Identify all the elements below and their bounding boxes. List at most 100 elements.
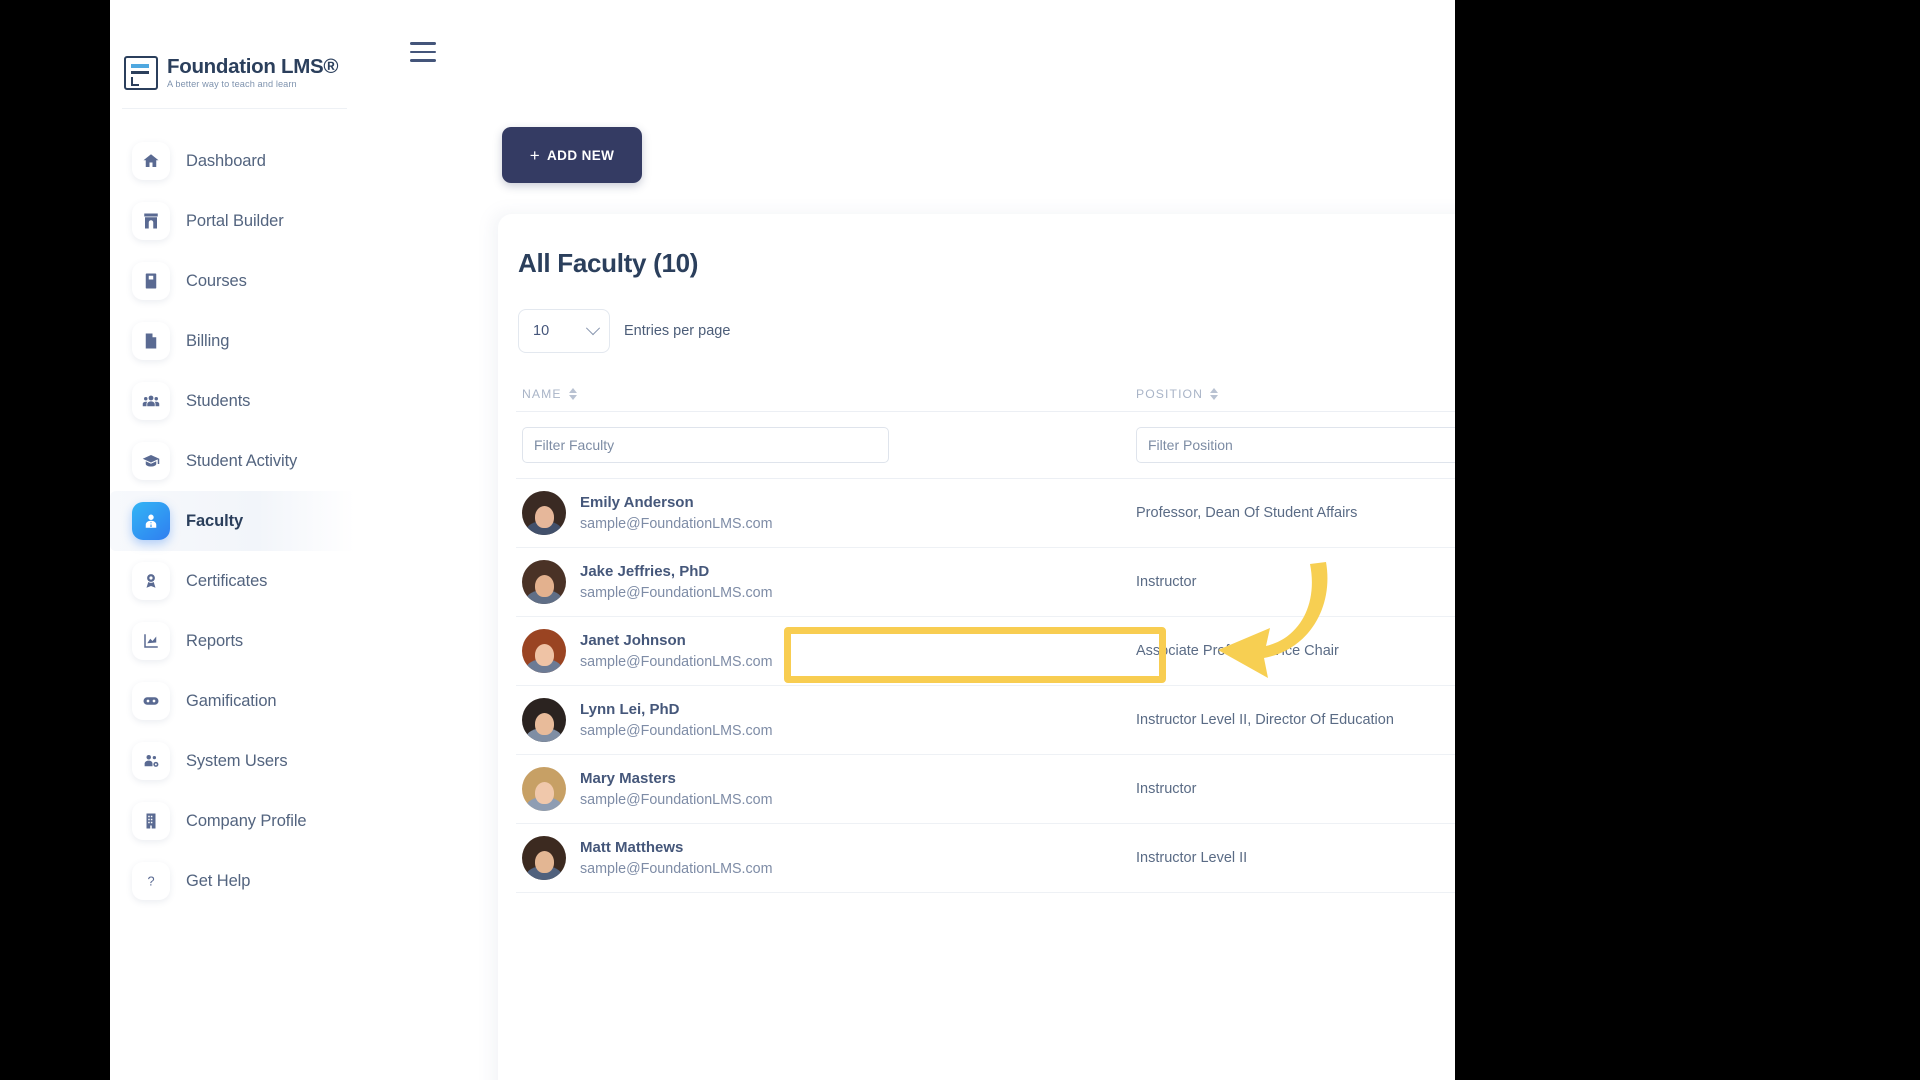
sidebar-item-courses[interactable]: Courses [110, 251, 355, 311]
sidebar-item-label: Certificates [186, 571, 268, 590]
brand-tagline: A better way to teach and learn [167, 79, 297, 90]
add-new-button[interactable]: + ADD NEW [502, 127, 642, 183]
users-icon [132, 382, 170, 420]
cell-name: Emily Anderson sample@FoundationLMS.com [516, 491, 1136, 535]
cell-position: Instructor [1136, 781, 1197, 797]
sidebar-item-student-activity[interactable]: Student Activity [110, 431, 355, 491]
chart-icon [132, 622, 170, 660]
sidebar-item-label: Dashboard [186, 151, 266, 170]
person-name: Emily Anderson [580, 493, 694, 511]
table-row[interactable]: Mary Masters sample@FoundationLMS.com Inst… [516, 755, 1455, 824]
person-name: Janet Johnson [580, 631, 686, 649]
cell-position: Instructor Level II, Director Of Educati… [1136, 712, 1394, 728]
sidebar-item-gamification[interactable]: Gamification [110, 671, 355, 731]
table-row[interactable]: Lynn Lei, PhD sample@FoundationLMS.com Ins… [516, 686, 1455, 755]
sidebar-item-company-profile[interactable]: Company Profile [110, 791, 355, 851]
sidebar-divider [122, 108, 347, 109]
avatar [522, 560, 566, 604]
person-email: sample@FoundationLMS.com [580, 791, 773, 808]
filter-cell-position [1136, 427, 1455, 463]
portal-icon [132, 202, 170, 240]
sidebar-item-billing[interactable]: Billing [110, 311, 355, 371]
cell-name: Matt Matthews sample@FoundationLMS.com [516, 836, 1136, 880]
sidebar-item-label: Faculty [186, 511, 244, 530]
users-cog-icon [132, 742, 170, 780]
cell-position: Instructor [1136, 574, 1197, 590]
svg-text:?: ? [147, 874, 154, 889]
sidebar-item-label: Students [186, 391, 251, 410]
cell-position: Instructor Level II [1136, 850, 1248, 866]
hamburger-icon[interactable] [410, 42, 436, 62]
sidebar: Foundation LMS® A better way to teach an… [110, 0, 355, 1080]
brand-name: Foundation LMS® [167, 54, 339, 78]
sort-icon [568, 388, 577, 400]
user-tie-icon [132, 502, 170, 540]
avatar [522, 836, 566, 880]
chevron-down-icon [585, 321, 601, 336]
person-name: Jake Jeffries, PhD [580, 562, 710, 580]
person-email: sample@FoundationLMS.com [580, 860, 773, 877]
invoice-icon [132, 322, 170, 360]
cell-name: Jake Jeffries, PhD sample@FoundationLMS.c… [516, 560, 1136, 604]
sidebar-item-label: Get Help [186, 871, 251, 890]
entries-per-page-select[interactable]: 10 [518, 309, 610, 353]
cell-position: Professor, Dean Of Student Affairs [1136, 505, 1358, 521]
column-header-name[interactable]: NAME [516, 387, 1136, 401]
graduation-cap-icon [132, 442, 170, 480]
book-icon [132, 262, 170, 300]
filter-faculty-input[interactable] [522, 427, 889, 463]
sidebar-item-get-help[interactable]: ? Get Help [110, 851, 355, 911]
sidebar-item-label: Company Profile [186, 811, 307, 830]
filter-position-input[interactable] [1136, 427, 1455, 463]
table-row[interactable]: Emily Anderson sample@FoundationLMS.com Pr… [516, 479, 1455, 548]
column-header-name-label: NAME [522, 387, 562, 401]
add-new-label: ADD NEW [547, 147, 615, 163]
table-filter-row [516, 411, 1455, 479]
sidebar-item-reports[interactable]: Reports [110, 611, 355, 671]
avatar [522, 698, 566, 742]
building-icon [132, 802, 170, 840]
table-row[interactable]: Matt Matthews sample@FoundationLMS.com Ins… [516, 824, 1455, 893]
sidebar-item-faculty[interactable]: Faculty [110, 491, 355, 551]
sidebar-item-dashboard[interactable]: Dashboard [110, 131, 355, 191]
entries-per-page-row: 10 Entries per page [516, 309, 1455, 353]
sidebar-nav: Dashboard Portal Builder Courses Billing [110, 131, 355, 911]
entries-per-page-label: Entries per page [624, 323, 731, 339]
table-row[interactable]: Janet Johnson sample@FoundationLMS.com Ass… [516, 617, 1455, 686]
column-header-position-label: POSITION [1136, 387, 1204, 401]
avatar [522, 491, 566, 535]
table-body: Emily Anderson sample@FoundationLMS.com Pr… [516, 479, 1455, 893]
award-icon [132, 562, 170, 600]
sidebar-item-portal-builder[interactable]: Portal Builder [110, 191, 355, 251]
column-header-position[interactable]: POSITION [1136, 387, 1455, 401]
plus-icon: + [529, 145, 541, 165]
sort-icon [1210, 388, 1219, 400]
avatar [522, 629, 566, 673]
avatar [522, 767, 566, 811]
sidebar-item-label: Student Activity [186, 451, 298, 470]
sidebar-item-certificates[interactable]: Certificates [110, 551, 355, 611]
cell-name: Mary Masters sample@FoundationLMS.com [516, 767, 1136, 811]
cell-name: Lynn Lei, PhD sample@FoundationLMS.com [516, 698, 1136, 742]
faculty-table: NAME POSITION Emily An [516, 377, 1455, 893]
home-icon [132, 142, 170, 180]
foundation-lms-logo-icon [124, 56, 158, 90]
question-icon: ? [132, 862, 170, 900]
faculty-card: All Faculty (10) 10 Entries per page NAM… [498, 214, 1455, 1080]
sidebar-item-system-users[interactable]: System Users [110, 731, 355, 791]
sidebar-item-label: Billing [186, 331, 230, 350]
table-row[interactable]: Jake Jeffries, PhD sample@FoundationLMS.c… [516, 548, 1455, 617]
app-window: Foundation LMS® A better way to teach an… [110, 0, 1455, 1080]
gamepad-icon [132, 682, 170, 720]
brand-logo[interactable]: Foundation LMS® A better way to teach an… [110, 0, 355, 104]
cell-position: Associate Professor, Vice Chair [1136, 643, 1339, 659]
person-email: sample@FoundationLMS.com [580, 584, 773, 601]
sidebar-item-label: Reports [186, 631, 244, 650]
filter-cell-name [516, 427, 1136, 463]
person-email: sample@FoundationLMS.com [580, 722, 773, 739]
table-header-row: NAME POSITION [516, 377, 1455, 411]
sidebar-item-students[interactable]: Students [110, 371, 355, 431]
cell-name: Janet Johnson sample@FoundationLMS.com [516, 629, 1136, 673]
person-name: Lynn Lei, PhD [580, 700, 680, 718]
top-bar [355, 0, 1455, 104]
